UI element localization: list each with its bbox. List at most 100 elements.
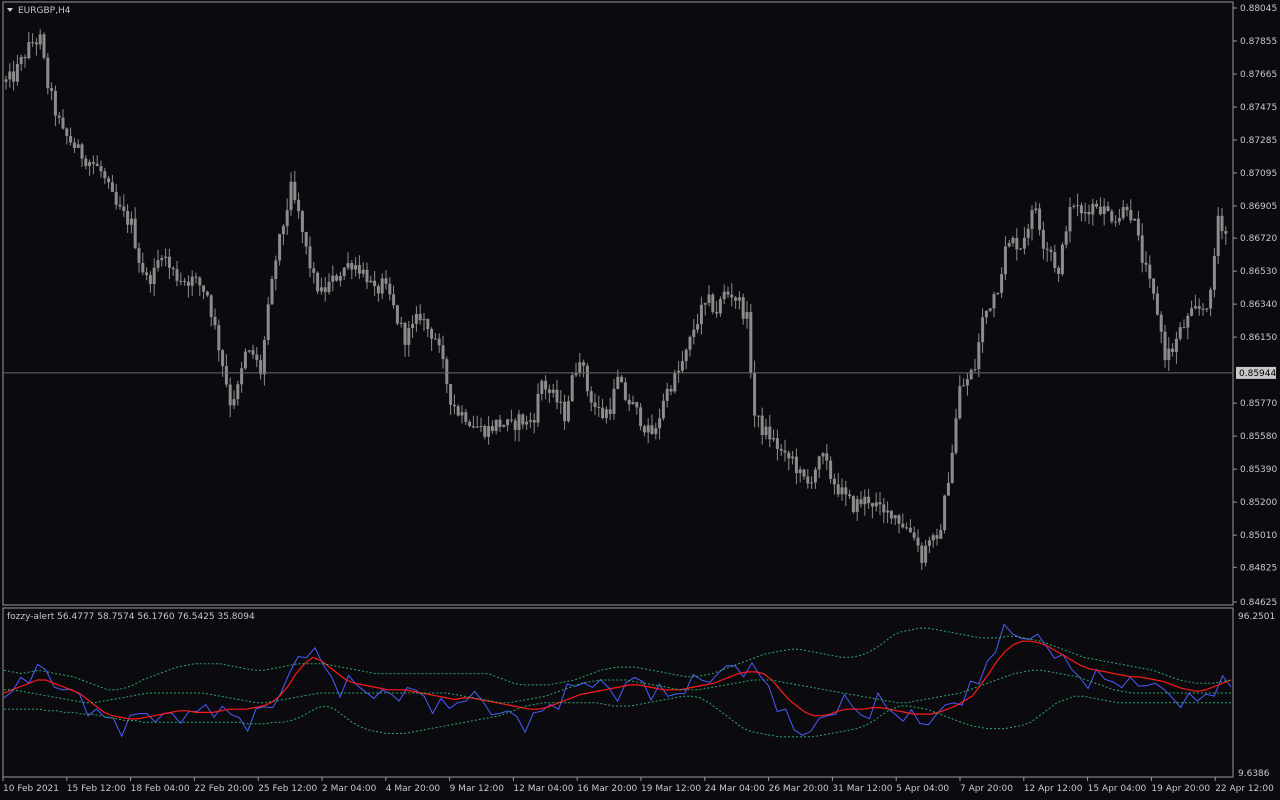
candle-body	[452, 404, 456, 407]
candle-body	[863, 496, 867, 505]
candle-body	[316, 272, 320, 292]
candle-body	[50, 88, 54, 91]
candle-body	[737, 297, 741, 301]
candle-body	[369, 280, 373, 283]
candle-body	[297, 199, 301, 212]
candle-body	[156, 260, 160, 268]
price-tick-label: 0.85580	[1240, 432, 1277, 442]
candle-body	[794, 456, 798, 474]
candle-body	[342, 267, 346, 276]
candle-body	[627, 399, 631, 405]
candle-body	[376, 286, 380, 294]
candle-body	[950, 452, 954, 483]
candle-body	[175, 269, 179, 281]
candle-body	[357, 265, 361, 274]
time-tick-label: 26 Mar 20:00	[769, 784, 829, 794]
candle-body	[582, 362, 586, 366]
candle-body	[555, 389, 559, 403]
time-tick-label: 15 Apr 04:00	[1088, 784, 1147, 794]
candle-body	[593, 402, 597, 407]
candle-body	[882, 504, 886, 513]
price-tick-label: 0.87285	[1240, 136, 1277, 146]
candle-body	[190, 276, 194, 286]
candle-body	[684, 349, 688, 362]
indicator-label: fozzy-alert 56.4777 58.7574 56.1760 76.5…	[7, 612, 255, 622]
candle-body	[1125, 206, 1129, 211]
candle-body	[532, 420, 536, 423]
candle-body	[1159, 314, 1163, 332]
time-tick-label: 19 Mar 12:00	[641, 784, 701, 794]
candle-body	[874, 502, 878, 507]
candle-body	[361, 269, 365, 274]
candle-body	[84, 158, 88, 166]
price-tick-label: 0.87855	[1240, 37, 1277, 47]
candle-body	[1193, 306, 1197, 309]
candle-body	[1163, 331, 1167, 361]
candle-body	[304, 231, 308, 247]
candle-body	[946, 482, 950, 496]
candle-body	[665, 388, 669, 401]
candle-body	[620, 376, 624, 383]
candle-body	[395, 305, 399, 324]
candle-body	[365, 269, 369, 283]
candle-body	[31, 42, 35, 44]
candle-body	[319, 287, 323, 292]
candle-body	[722, 291, 726, 300]
candle-body	[1026, 228, 1030, 238]
time-tick-label: 4 Mar 20:00	[386, 784, 441, 794]
time-tick-label: 18 Feb 04:00	[131, 784, 190, 794]
candle-body	[1102, 206, 1106, 215]
candle-body	[1091, 203, 1095, 215]
candle-body	[1095, 203, 1099, 207]
candle-body	[460, 412, 464, 416]
candle-body	[703, 302, 707, 305]
candle-body	[673, 372, 677, 392]
candle-body	[479, 425, 483, 427]
candle-body	[984, 310, 988, 318]
candle-body	[1019, 248, 1023, 250]
candle-body	[563, 401, 567, 422]
candle-body	[338, 275, 342, 281]
candle-body	[988, 308, 992, 311]
candle-body	[832, 478, 836, 485]
candle-body	[1140, 235, 1144, 263]
candle-body	[521, 414, 525, 425]
candle-body	[806, 476, 810, 484]
candle-body	[243, 351, 247, 369]
candle-body	[1079, 205, 1083, 214]
candle-body	[331, 275, 335, 282]
candle-body	[1087, 211, 1091, 215]
candle-body	[597, 406, 601, 408]
candle-body	[927, 540, 931, 546]
candle-body	[445, 359, 449, 385]
candle-body	[160, 258, 164, 261]
candle-body	[851, 496, 855, 513]
candle-body	[221, 350, 225, 367]
candle-body	[110, 182, 114, 192]
candle-body	[559, 401, 563, 403]
candle-body	[262, 340, 266, 375]
candle-body	[965, 379, 969, 386]
candle-body	[601, 407, 605, 419]
candle-body	[240, 368, 244, 385]
candle-body	[335, 275, 339, 281]
candle-body	[585, 365, 589, 392]
candle-body	[544, 380, 548, 390]
candle-body	[126, 210, 130, 225]
time-tick-label: 10 Feb 2021	[3, 784, 59, 794]
candle-body	[1201, 308, 1205, 310]
candle-body	[23, 56, 27, 59]
candle-body	[669, 388, 673, 392]
candle-body	[418, 313, 422, 321]
candle-body	[65, 128, 69, 136]
candle-body	[411, 323, 415, 329]
candle-body	[547, 389, 551, 393]
candle-body	[194, 276, 198, 278]
candle-body	[1171, 348, 1175, 353]
candle-body	[734, 297, 738, 301]
candle-body	[1148, 264, 1152, 279]
candle-body	[1167, 348, 1171, 361]
chart-canvas[interactable]: 0.88045 0.87855 0.87665 0.87475 0.87285 0.870…	[0, 0, 1280, 800]
candle-body	[133, 218, 137, 249]
candle-body	[779, 448, 783, 451]
